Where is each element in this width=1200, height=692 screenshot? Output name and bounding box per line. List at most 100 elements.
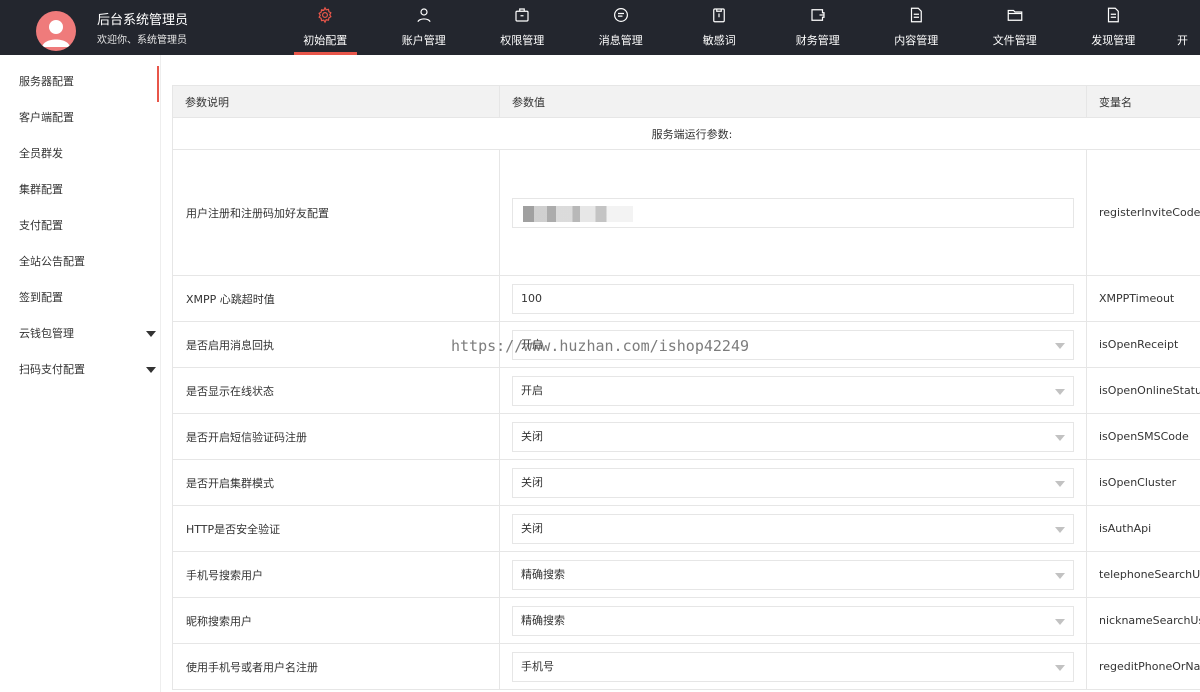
nav-item-finance[interactable]: 财务管理 bbox=[769, 0, 868, 55]
sidebar-item-server-config[interactable]: 服务器配置 bbox=[0, 64, 160, 102]
param-value-cell: 精确搜索 bbox=[499, 597, 1087, 644]
sidebar: 服务器配置 客户端配置 全员群发 集群配置 支付配置 全站公告配置 签到配置 云… bbox=[0, 55, 161, 692]
column-header: 参数值 bbox=[499, 85, 1087, 118]
sidebar-item-cloud-wallet[interactable]: 云钱包管理 bbox=[0, 316, 160, 352]
cluster-mode-select[interactable]: 关闭 bbox=[512, 467, 1074, 498]
select-value: 关闭 bbox=[521, 475, 543, 489]
param-var: registerInviteCodeSe bbox=[1086, 149, 1200, 276]
select-value: 关闭 bbox=[521, 521, 543, 535]
sidebar-item-label: 集群配置 bbox=[19, 183, 63, 196]
sidebar-item-client-config[interactable]: 客户端配置 bbox=[0, 100, 160, 136]
main-nav: 初始配置 账户管理 权限管理 消息管理 敏感词 财务管理 内容管理 文件管理 发… bbox=[276, 0, 1200, 55]
dropdown-arrow-icon bbox=[1055, 572, 1065, 579]
caret-down-icon bbox=[146, 367, 156, 373]
nav-label: 开 bbox=[1177, 34, 1188, 47]
table-row: HTTP是否安全验证 关闭 isAuthApi bbox=[172, 505, 1200, 552]
blank-icon bbox=[1174, 6, 1192, 27]
gear-icon bbox=[316, 6, 334, 27]
document-icon bbox=[1104, 6, 1122, 27]
dropdown-arrow-icon bbox=[1055, 480, 1065, 487]
chat-icon bbox=[612, 6, 630, 27]
table-row: 是否开启集群模式 关闭 isOpenCluster bbox=[172, 459, 1200, 506]
nav-item-initial-config[interactable]: 初始配置 bbox=[276, 0, 375, 55]
param-desc: HTTP是否安全验证 bbox=[172, 505, 500, 552]
nav-label: 敏感词 bbox=[702, 34, 736, 47]
admin-title: 后台系统管理员 bbox=[97, 13, 189, 28]
sms-code-select[interactable]: 关闭 bbox=[512, 421, 1074, 452]
nav-label: 内容管理 bbox=[894, 34, 939, 47]
main-content: 参数说明 参数值 变量名 服务端运行参数: 用户注册和注册码加好友配置 regi… bbox=[161, 55, 1200, 692]
dropdown-arrow-icon bbox=[1055, 526, 1065, 533]
param-desc: 手机号搜索用户 bbox=[172, 551, 500, 598]
caret-down-icon bbox=[146, 331, 156, 337]
nav-item-files[interactable]: 文件管理 bbox=[966, 0, 1065, 55]
dropdown-arrow-icon bbox=[1055, 664, 1065, 671]
dropdown-arrow-icon bbox=[1055, 388, 1065, 395]
nav-item-account[interactable]: 账户管理 bbox=[375, 0, 474, 55]
nav-item-permissions[interactable]: 权限管理 bbox=[473, 0, 572, 55]
param-desc: 是否显示在线状态 bbox=[172, 367, 500, 414]
sidebar-item-label: 扫码支付配置 bbox=[19, 363, 85, 376]
param-desc: XMPP 心跳超时值 bbox=[172, 275, 500, 322]
sidebar-item-announcement-config[interactable]: 全站公告配置 bbox=[0, 244, 160, 280]
param-var: isOpenSMSCode bbox=[1086, 413, 1200, 460]
telephone-search-select[interactable]: 精确搜索 bbox=[512, 559, 1074, 590]
admin-subtitle: 欢迎你、系统管理员 bbox=[97, 35, 187, 46]
nav-item-content[interactable]: 内容管理 bbox=[867, 0, 966, 55]
param-desc: 是否启用消息回执 bbox=[172, 321, 500, 368]
online-status-select[interactable]: 开启 bbox=[512, 375, 1074, 406]
nav-label: 初始配置 bbox=[303, 34, 348, 47]
register-invite-code-input[interactable] bbox=[512, 197, 1074, 228]
param-value-cell: 开启 bbox=[499, 321, 1087, 368]
column-header: 参数说明 bbox=[172, 85, 500, 118]
dropdown-arrow-icon bbox=[1055, 434, 1065, 441]
select-value: 开启 bbox=[521, 383, 543, 397]
param-var: XMPPTimeout bbox=[1086, 275, 1200, 322]
param-desc: 是否开启集群模式 bbox=[172, 459, 500, 506]
sidebar-item-qr-payment[interactable]: 扫码支付配置 bbox=[0, 352, 160, 388]
sidebar-item-payment-config[interactable]: 支付配置 bbox=[0, 208, 160, 244]
table-row: 手机号搜索用户 精确搜索 telephoneSearchUse bbox=[172, 551, 1200, 598]
dropdown-arrow-icon bbox=[1055, 342, 1065, 349]
select-value: 关闭 bbox=[521, 429, 543, 443]
param-var: regeditPhoneOrNam bbox=[1086, 643, 1200, 690]
register-type-select[interactable]: 手机号 bbox=[512, 651, 1074, 682]
sidebar-item-label: 服务器配置 bbox=[19, 75, 74, 88]
table-row: XMPP 心跳超时值 100 XMPPTimeout bbox=[172, 275, 1200, 322]
select-value: 精确搜索 bbox=[521, 567, 565, 581]
param-value-cell: 100 bbox=[499, 275, 1087, 322]
param-var: isOpenCluster bbox=[1086, 459, 1200, 506]
open-receipt-select[interactable]: 开启 bbox=[512, 329, 1074, 360]
param-desc: 用户注册和注册码加好友配置 bbox=[172, 149, 500, 276]
sidebar-item-broadcast[interactable]: 全员群发 bbox=[0, 136, 160, 172]
nav-item-messages[interactable]: 消息管理 bbox=[572, 0, 671, 55]
avatar[interactable] bbox=[36, 11, 76, 51]
nav-item-more[interactable]: 开 bbox=[1163, 0, 1200, 55]
user-icon bbox=[415, 6, 433, 27]
folder-icon bbox=[1006, 6, 1024, 27]
sidebar-item-checkin-config[interactable]: 签到配置 bbox=[0, 280, 160, 316]
xmpp-timeout-input[interactable]: 100 bbox=[512, 283, 1074, 314]
select-value: 开启 bbox=[521, 337, 543, 351]
clipboard-icon bbox=[710, 6, 728, 27]
param-desc: 使用手机号或者用户名注册 bbox=[172, 643, 500, 690]
param-desc: 是否开启短信验证码注册 bbox=[172, 413, 500, 460]
sidebar-item-cluster-config[interactable]: 集群配置 bbox=[0, 172, 160, 208]
http-auth-select[interactable]: 关闭 bbox=[512, 513, 1074, 544]
nav-item-sensitive-words[interactable]: 敏感词 bbox=[670, 0, 769, 55]
nav-label: 文件管理 bbox=[992, 34, 1037, 47]
top-bar: 后台系统管理员 欢迎你、系统管理员 初始配置 账户管理 权限管理 消息管理 敏感… bbox=[0, 0, 1200, 55]
param-var: nicknameSearchUse bbox=[1086, 597, 1200, 644]
nav-item-discover[interactable]: 发现管理 bbox=[1064, 0, 1163, 55]
sidebar-item-label: 客户端配置 bbox=[19, 111, 74, 124]
nav-label: 权限管理 bbox=[500, 34, 545, 47]
param-value-cell: 关闭 bbox=[499, 413, 1087, 460]
sidebar-item-label: 全员群发 bbox=[19, 147, 63, 160]
param-value-cell bbox=[499, 149, 1087, 276]
column-header: 变量名 bbox=[1086, 85, 1200, 118]
param-value-cell: 关闭 bbox=[499, 505, 1087, 552]
sidebar-item-label: 签到配置 bbox=[19, 291, 63, 304]
nickname-search-select[interactable]: 精确搜索 bbox=[512, 605, 1074, 636]
dropdown-arrow-icon bbox=[1055, 618, 1065, 625]
param-var: isAuthApi bbox=[1086, 505, 1200, 552]
